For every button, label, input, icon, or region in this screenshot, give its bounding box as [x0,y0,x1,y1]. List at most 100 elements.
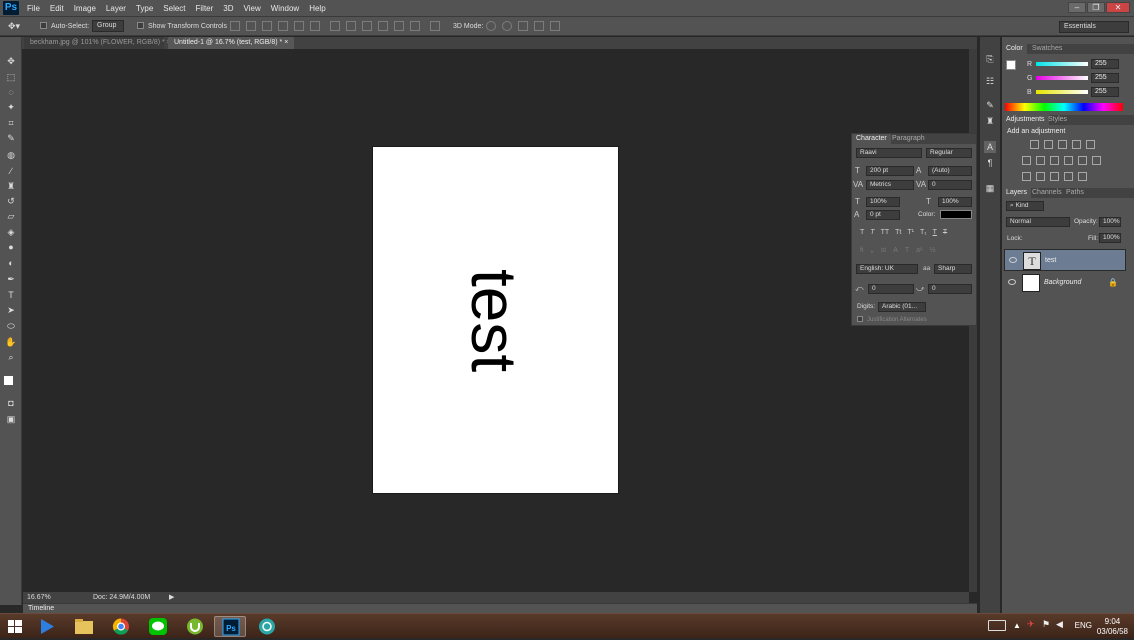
vertical-scale-field[interactable]: 100% [866,197,900,207]
hand-tool-icon[interactable]: ✋ [5,336,17,348]
tab-swatches[interactable]: Swatches [1028,44,1066,54]
menu-3d[interactable]: 3D [218,0,238,17]
tab-untitled-1[interactable]: Untitled-1 @ 16.7% (test, RGB/8) * × [168,37,294,49]
hue-saturation-icon[interactable] [1022,156,1031,165]
character-panel-icon[interactable]: A [984,141,996,153]
zoom-level[interactable]: 16.67% [27,592,51,603]
show-transform-checkbox[interactable]: Show Transform Controls [137,21,227,32]
magic-wand-tool-icon[interactable]: ✦ [5,101,17,113]
3d-pan-icon[interactable] [518,21,528,31]
screen-mode-icon[interactable]: ▣ [5,413,17,425]
workspace-dropdown[interactable]: Essentials [1059,21,1129,33]
minimize-button[interactable]: – [1068,2,1086,13]
channel-mixer-icon[interactable] [1078,156,1087,165]
align-top-icon[interactable] [230,21,240,31]
tab-styles[interactable]: Styles [1044,115,1071,125]
keyboard-icon[interactable] [988,620,1006,631]
align-left-icon[interactable] [278,21,288,31]
menu-help[interactable]: Help [304,0,330,17]
blur-tool-icon[interactable]: ● [5,241,17,253]
tsume-field[interactable]: 0 [868,284,914,294]
spacing-field[interactable]: 0 [928,284,972,294]
quick-mask-icon[interactable]: ◘ [5,397,17,409]
3d-rotate-icon[interactable] [486,21,496,31]
auto-select-dropdown[interactable]: Group [92,20,124,32]
subscript-icon[interactable]: T₁ [920,229,927,236]
blue-value[interactable]: 255 [1091,87,1119,97]
blend-mode-dropdown[interactable]: Normal [1006,217,1070,227]
superscript-icon[interactable]: T¹ [907,229,914,236]
align-hcenter-icon[interactable] [294,21,304,31]
red-value[interactable]: 255 [1091,59,1119,69]
clock[interactable]: 9:04 03/06/58 [1097,617,1128,637]
file-explorer-icon[interactable] [68,616,100,637]
eyedropper-tool-icon[interactable]: ✎ [5,132,17,144]
3d-slide-icon[interactable] [534,21,544,31]
app-c-icon[interactable] [251,616,283,637]
tracking-field[interactable]: 0 [928,180,972,190]
marquee-tool-icon[interactable]: ⬚ [5,71,17,83]
distribute-hcenter-icon[interactable] [394,21,404,31]
layer-row-background[interactable]: Background 🔒 [1004,272,1126,294]
menu-image[interactable]: Image [69,0,101,17]
text-color-swatch[interactable] [940,210,972,219]
faux-bold-icon[interactable]: T [860,229,864,236]
strikethrough-icon[interactable]: T [943,229,947,236]
lasso-tool-icon[interactable]: ◌ [5,86,17,98]
tab-layers[interactable]: Layers [1002,188,1032,198]
history-brush-tool-icon[interactable]: ↺ [5,195,17,207]
underline-icon[interactable]: T [933,229,937,236]
eye-icon[interactable] [1008,279,1016,285]
curves-icon[interactable] [1058,140,1067,149]
tab-close-icon[interactable]: × [284,39,288,46]
layer-kind-filter[interactable]: ⌕ Kind [1006,201,1044,211]
digits-dropdown[interactable]: Arabic (01... [878,302,926,312]
distribute-right-icon[interactable] [410,21,420,31]
small-caps-icon[interactable]: Tt [895,229,901,236]
black-white-icon[interactable] [1050,156,1059,165]
swash-icon[interactable]: ℴ [871,247,874,255]
properties-icon[interactable]: ☷ [984,75,996,87]
healing-brush-tool-icon[interactable]: ◍ [5,149,17,161]
photo-filter-icon[interactable] [1064,156,1073,165]
ligature-icon[interactable]: fi [860,247,864,255]
brush-tool-icon[interactable]: ∕ [5,165,17,177]
color-spectrum-bar[interactable] [1005,103,1123,111]
utorrent-icon[interactable] [179,616,211,637]
ordinals-icon[interactable]: aᵃ [916,247,923,255]
auto-select-checkbox[interactable]: Auto-Select: [40,21,89,32]
faux-italic-icon[interactable]: T [870,229,874,236]
threshold-icon[interactable] [1050,172,1059,181]
type-tool-icon[interactable]: T [5,289,17,301]
stylistic-icon[interactable]: A [893,247,898,255]
selective-color-icon[interactable] [1078,172,1087,181]
foreground-color-swatch[interactable] [1006,60,1016,70]
close-button[interactable]: ✕ [1106,2,1130,13]
blue-slider[interactable] [1036,90,1088,94]
posterize-icon[interactable] [1036,172,1045,181]
baseline-shift-field[interactable]: 0 pt [866,210,900,220]
distribute-vcenter-icon[interactable] [346,21,356,31]
3d-scale-icon[interactable] [550,21,560,31]
fill-field[interactable]: 100% [1099,233,1121,243]
align-right-icon[interactable] [310,21,320,31]
language-indicator[interactable]: ENG [1075,621,1092,630]
red-slider[interactable] [1036,62,1088,66]
pen-tool-icon[interactable]: ✒ [5,273,17,285]
font-size-field[interactable]: 200 pt [866,166,914,176]
media-player-icon[interactable] [30,616,62,637]
gradient-map-icon[interactable] [1064,172,1073,181]
antialias-dropdown[interactable]: Sharp [934,264,972,274]
paragraph-panel-icon[interactable]: ¶ [984,157,996,169]
vibrance-icon[interactable] [1086,140,1095,149]
eye-icon[interactable] [1009,257,1017,263]
distribute-top-icon[interactable] [330,21,340,31]
clone-stamp-tool-icon[interactable]: ♜ [5,180,17,192]
eraser-tool-icon[interactable]: ▱ [5,210,17,222]
tab-color[interactable]: Color [1002,44,1027,54]
distribute-left-icon[interactable] [378,21,388,31]
move-tool-icon[interactable]: ✥▾ [8,21,20,32]
zoom-tool-icon[interactable]: ⌕ [5,351,17,363]
tab-beckham[interactable]: beckham.jpg @ 101% (FLOWER, RGB/8) * × [24,37,171,49]
menu-window[interactable]: Window [266,0,304,17]
